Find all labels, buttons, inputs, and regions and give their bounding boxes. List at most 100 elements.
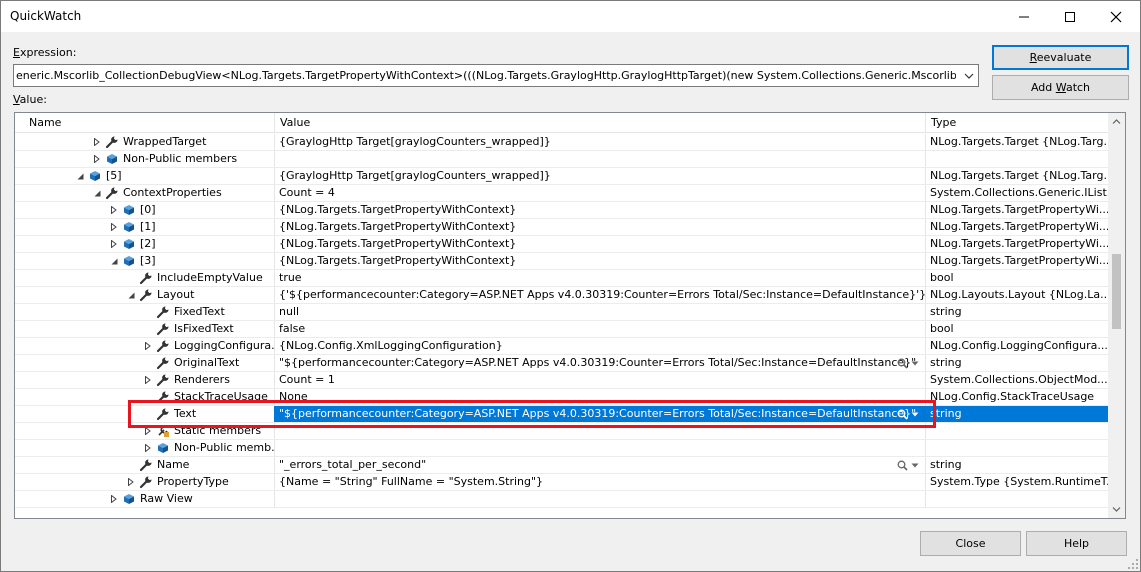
table-row[interactable]: OriginalText "${performancecounter:Catego…: [15, 355, 1109, 372]
table-row[interactable]: Raw View: [15, 491, 1109, 508]
value-cell[interactable]: [275, 440, 926, 456]
type-cell[interactable]: System.Type {System.RuntimeT...: [926, 474, 1109, 490]
value-cell[interactable]: false: [275, 321, 926, 337]
value-cell[interactable]: true: [275, 270, 926, 286]
table-row[interactable]: LoggingConfigura... {NLog.Config.XmlLoggi…: [15, 338, 1109, 355]
table-row[interactable]: [2] {NLog.Targets.TargetPropertyWithConte…: [15, 236, 1109, 253]
expression-dropdown-button[interactable]: [960, 65, 978, 86]
name-cell[interactable]: IsFixedText: [15, 321, 275, 337]
name-cell[interactable]: OriginalText: [15, 355, 275, 371]
type-cell[interactable]: bool: [926, 321, 1109, 337]
maximize-button[interactable]: [1047, 1, 1093, 32]
type-cell[interactable]: System.Collections.ObjectMod...: [926, 372, 1109, 388]
scrollbar-thumb[interactable]: [1112, 254, 1121, 330]
expand-arrow-icon[interactable]: [90, 151, 104, 167]
table-row[interactable]: WrappedTarget {GraylogHttp Target[graylog…: [15, 134, 1109, 151]
value-cell[interactable]: {NLog.Targets.TargetPropertyWithContext}: [275, 219, 926, 235]
value-cell[interactable]: {GraylogHttp Target[graylogCounters_wrap…: [275, 168, 926, 184]
type-cell[interactable]: bool: [926, 270, 1109, 286]
table-row[interactable]: [5] {GraylogHttp Target[graylogCounters_w…: [15, 168, 1109, 185]
value-cell[interactable]: {Name = "String" FullName = "System.Stri…: [275, 474, 926, 490]
type-cell[interactable]: NLog.Targets.Target {NLog.Targ...: [926, 168, 1109, 184]
name-cell[interactable]: Renderers: [15, 372, 275, 388]
type-cell[interactable]: NLog.Layouts.Layout {NLog.La...: [926, 287, 1109, 303]
column-header-value[interactable]: Value: [275, 113, 926, 133]
name-cell[interactable]: [0]: [15, 202, 275, 218]
name-cell[interactable]: Raw View: [15, 491, 275, 507]
expanded-arrow-icon[interactable]: [90, 185, 104, 201]
minimize-button[interactable]: [1001, 1, 1047, 32]
table-row[interactable]: IsFixedText false bool: [15, 321, 1109, 338]
table-row[interactable]: IncludeEmptyValue true bool: [15, 270, 1109, 287]
visualizer-tools[interactable]: [897, 457, 919, 473]
title-bar[interactable]: QuickWatch: [1, 1, 1140, 32]
type-cell[interactable]: string: [926, 457, 1109, 473]
expand-arrow-icon[interactable]: [107, 219, 121, 235]
value-cell[interactable]: Count = 4: [275, 185, 926, 201]
expand-arrow-icon[interactable]: [107, 202, 121, 218]
type-cell[interactable]: [926, 423, 1109, 439]
table-row[interactable]: [1] {NLog.Targets.TargetPropertyWithConte…: [15, 219, 1109, 236]
value-cell[interactable]: {NLog.Targets.TargetPropertyWithContext}: [275, 202, 926, 218]
expanded-arrow-icon[interactable]: [124, 287, 138, 303]
table-row[interactable]: [3] {NLog.Targets.TargetPropertyWithConte…: [15, 253, 1109, 270]
expand-arrow-icon[interactable]: [90, 134, 104, 150]
name-cell[interactable]: Non-Public memb...: [15, 440, 275, 456]
type-cell[interactable]: NLog.Targets.Target {NLog.Targ...: [926, 134, 1109, 150]
type-cell[interactable]: NLog.Targets.TargetPropertyWi...: [926, 253, 1109, 269]
reevaluate-button[interactable]: Reevaluate: [992, 45, 1129, 70]
value-cell[interactable]: {NLog.Config.XmlLoggingConfiguration}: [275, 338, 926, 354]
expand-arrow-icon[interactable]: [141, 372, 155, 388]
table-row[interactable]: ContextProperties Count = 4 System.Collect…: [15, 185, 1109, 202]
value-cell[interactable]: [275, 151, 926, 167]
table-row[interactable]: Name "_errors_total_per_second" string: [15, 457, 1109, 474]
expand-arrow-icon[interactable]: [141, 338, 155, 354]
name-cell[interactable]: Layout: [15, 287, 275, 303]
close-button[interactable]: Close: [920, 531, 1021, 556]
name-cell[interactable]: LoggingConfigura...: [15, 338, 275, 354]
name-cell[interactable]: FixedText: [15, 304, 275, 320]
table-row[interactable]: Layout {'${performancecounter:Category=AS…: [15, 287, 1109, 304]
type-cell[interactable]: NLog.Config.LoggingConfigura...: [926, 338, 1109, 354]
name-cell[interactable]: Non-Public members: [15, 151, 275, 167]
table-row[interactable]: Renderers Count = 1 System.Collections.Obj…: [15, 372, 1109, 389]
name-cell[interactable]: [3]: [15, 253, 275, 269]
type-cell[interactable]: [926, 151, 1109, 167]
value-cell[interactable]: {'${performancecounter:Category=ASP.NET …: [275, 287, 926, 303]
expand-arrow-icon[interactable]: [124, 474, 138, 490]
type-cell[interactable]: [926, 440, 1109, 456]
expand-arrow-icon[interactable]: [107, 491, 121, 507]
scroll-down-button[interactable]: [1108, 501, 1125, 518]
add-watch-button[interactable]: Add Watch: [992, 75, 1129, 100]
name-cell[interactable]: IncludeEmptyValue: [15, 270, 275, 286]
type-cell[interactable]: NLog.Config.StackTraceUsage: [926, 389, 1109, 405]
type-cell[interactable]: [926, 491, 1109, 507]
type-cell[interactable]: System.Collections.Generic.IList...: [926, 185, 1109, 201]
value-cell[interactable]: {NLog.Targets.TargetPropertyWithContext}: [275, 236, 926, 252]
type-cell[interactable]: string: [926, 355, 1109, 371]
value-cell[interactable]: Count = 1: [275, 372, 926, 388]
close-window-button[interactable]: [1093, 1, 1139, 32]
table-row[interactable]: Non-Public members: [15, 151, 1109, 168]
table-row[interactable]: [0] {NLog.Targets.TargetPropertyWithConte…: [15, 202, 1109, 219]
name-cell[interactable]: [5]: [15, 168, 275, 184]
scroll-up-button[interactable]: [1108, 113, 1125, 130]
resize-grip-icon[interactable]: [1128, 559, 1138, 569]
name-cell[interactable]: PropertyType: [15, 474, 275, 490]
visualizer-tools[interactable]: [897, 355, 919, 371]
name-cell[interactable]: Name: [15, 457, 275, 473]
expand-arrow-icon[interactable]: [107, 236, 121, 252]
expanded-arrow-icon[interactable]: [107, 253, 121, 269]
name-cell[interactable]: [1]: [15, 219, 275, 235]
expression-input[interactable]: eneric.Mscorlib_CollectionDebugView<NLog…: [16, 69, 956, 82]
value-cell[interactable]: {GraylogHttp Target[graylogCounters_wrap…: [275, 134, 926, 150]
name-cell[interactable]: ContextProperties: [15, 185, 275, 201]
table-row[interactable]: Non-Public memb...: [15, 440, 1109, 457]
value-grid[interactable]: Name Value Type WrappedTarget {GraylogHtt…: [14, 112, 1126, 519]
type-cell[interactable]: NLog.Targets.TargetPropertyWi...: [926, 202, 1109, 218]
column-header-type[interactable]: Type: [926, 113, 1109, 133]
help-button[interactable]: Help: [1026, 531, 1127, 556]
value-cell[interactable]: {NLog.Targets.TargetPropertyWithContext}: [275, 253, 926, 269]
value-cell[interactable]: "_errors_total_per_second": [275, 457, 926, 473]
type-cell[interactable]: NLog.Targets.TargetPropertyWi...: [926, 236, 1109, 252]
